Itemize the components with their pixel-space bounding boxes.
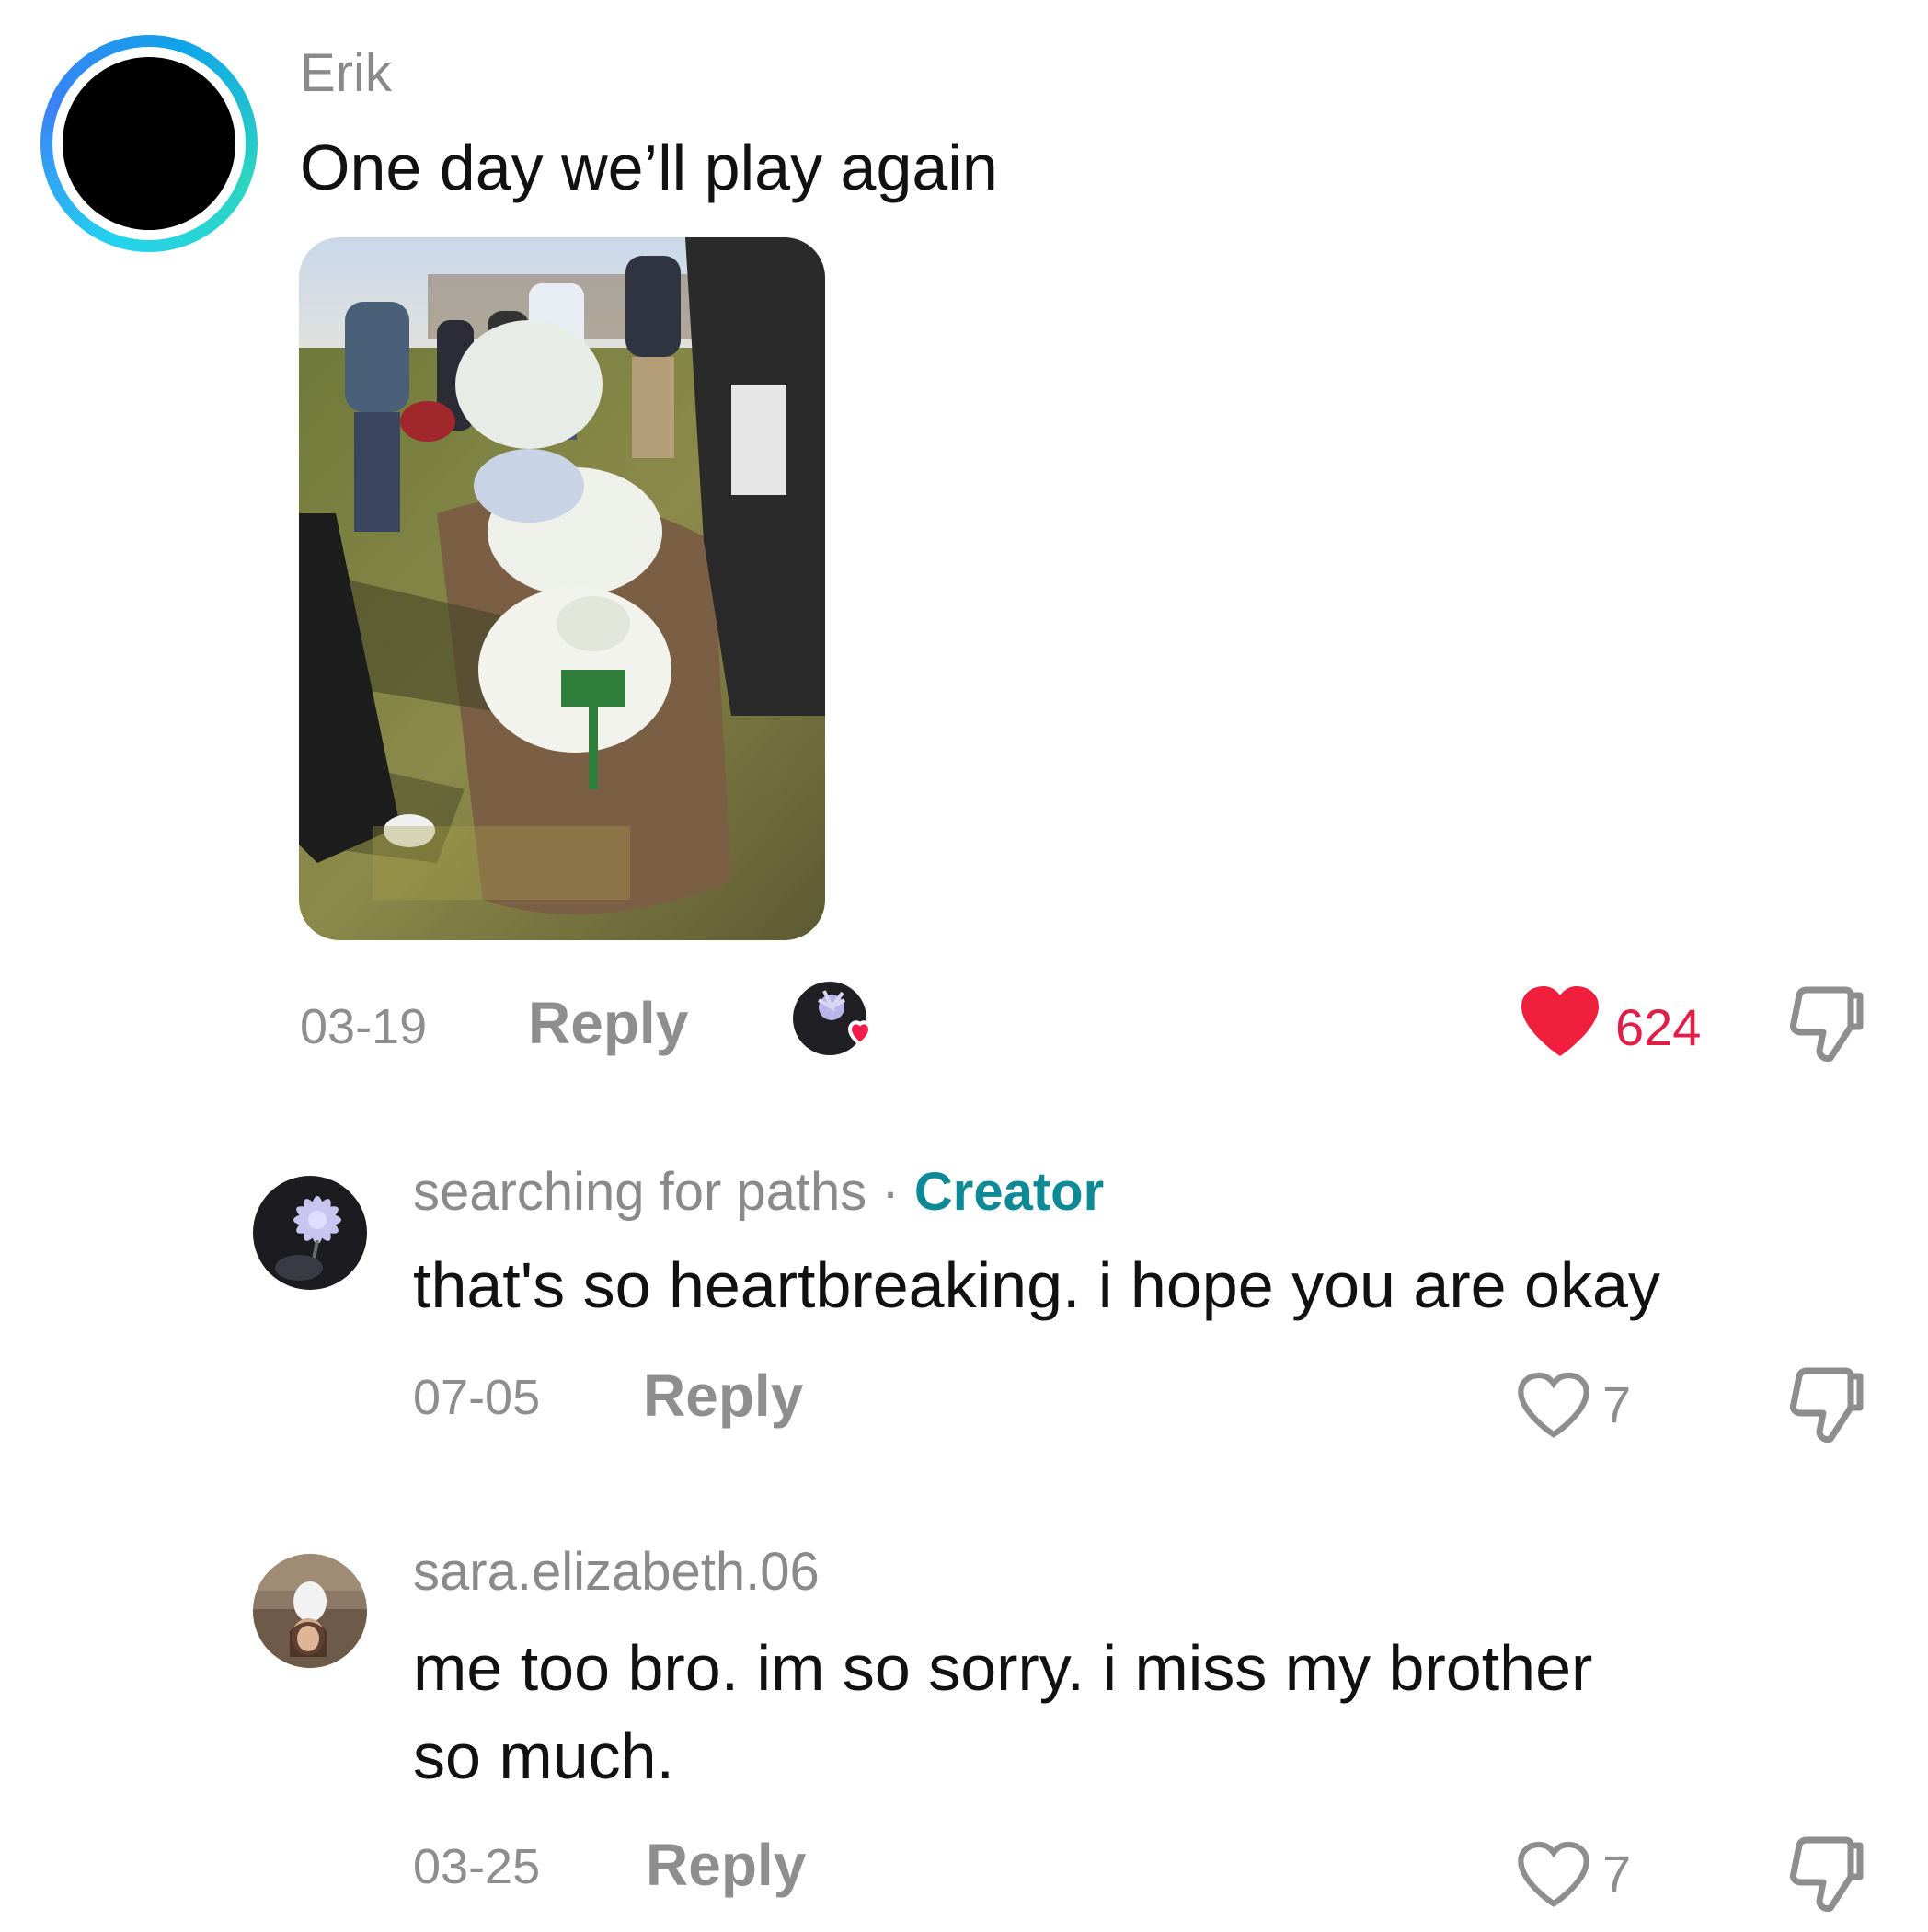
comment-text-line-1: me too bro. im so sorry. i miss my broth… [413, 1632, 1593, 1704]
reply-button[interactable]: Reply [643, 1362, 803, 1430]
like-count: 7 [1602, 1845, 1632, 1903]
reply-button[interactable]: Reply [528, 989, 688, 1057]
comment-date: 03-19 [300, 999, 428, 1054]
comment-text: that's so heartbreaking. i hope you are … [413, 1249, 1660, 1321]
creator-badge: Creator [913, 1162, 1105, 1222]
flower-avatar-image [253, 1176, 367, 1290]
like-count: 7 [1602, 1375, 1632, 1433]
like-count: 624 [1615, 998, 1702, 1056]
reply-button[interactable]: Reply [646, 1831, 806, 1899]
creator-liked-icon [793, 982, 873, 1055]
heart-outline-icon [1518, 1841, 1589, 1907]
heart-filled-icon [1521, 986, 1599, 1056]
comment-text: One day we’ll play again [300, 132, 998, 203]
like-button[interactable] [1518, 984, 1602, 1060]
username-separator: · [881, 1162, 900, 1222]
funeral-photo-image [299, 237, 825, 940]
thumbs-down-icon [1790, 1836, 1864, 1912]
comment-date: 07-05 [413, 1370, 541, 1425]
comment-username-line: searching for paths · Creator [413, 1161, 1104, 1223]
thumbs-down-icon [1790, 1367, 1864, 1443]
avatar-searching-for-paths[interactable] [253, 1176, 367, 1290]
comment-attached-photo[interactable] [299, 237, 825, 940]
comment-date: 03-25 [413, 1839, 541, 1894]
dislike-button[interactable] [1788, 1365, 1865, 1444]
comment-username[interactable]: Erik [300, 42, 392, 104]
comment-text-line-2: so much. [413, 1720, 674, 1792]
dislike-button[interactable] [1788, 984, 1865, 1064]
heart-outline-icon [1518, 1372, 1589, 1438]
creator-liked-indicator [791, 980, 883, 1063]
comment-username[interactable]: sara.elizabeth.06 [413, 1541, 820, 1603]
dislike-button[interactable] [1788, 1834, 1865, 1914]
avatar-image [63, 57, 235, 230]
like-button[interactable] [1516, 1371, 1591, 1441]
person-avatar-image [253, 1554, 367, 1668]
comment-username[interactable]: searching for paths [413, 1162, 866, 1222]
avatar-erik[interactable] [40, 35, 258, 252]
thumbs-down-icon [1790, 986, 1864, 1062]
avatar-sara-elizabeth[interactable] [253, 1554, 367, 1668]
like-button[interactable] [1516, 1840, 1591, 1910]
